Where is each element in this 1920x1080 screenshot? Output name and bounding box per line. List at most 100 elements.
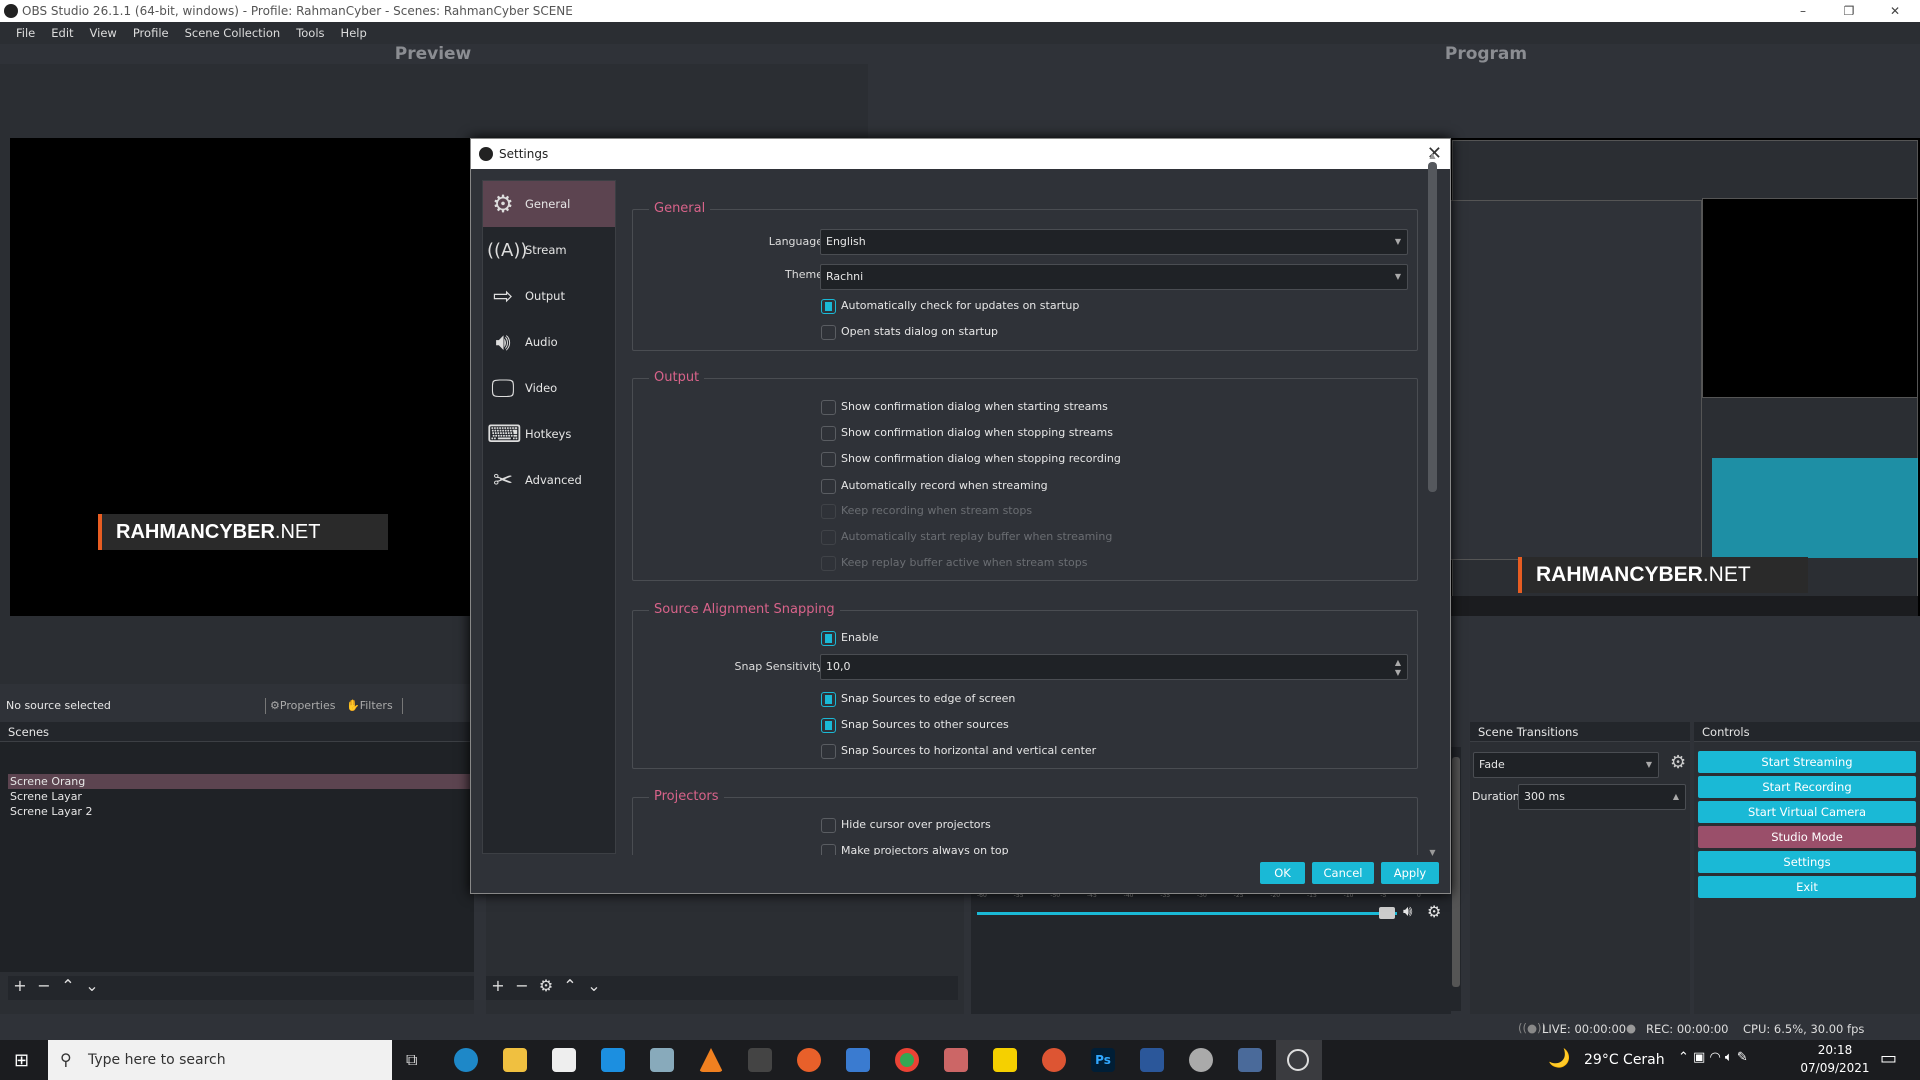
media-player-icon[interactable] [846, 1048, 870, 1072]
audio-app-icon[interactable] [1189, 1048, 1213, 1072]
scene-item[interactable]: Screne Layar [8, 789, 82, 804]
chrome-profile-icon[interactable] [1042, 1048, 1066, 1072]
scrollbar-thumb[interactable] [1428, 162, 1437, 492]
spin-arrows-icon[interactable]: ▲ [1673, 785, 1679, 809]
apply-button[interactable]: Apply [1381, 862, 1439, 884]
scene-item[interactable]: Screne Orang [8, 774, 474, 789]
minimize-button[interactable]: – [1780, 0, 1826, 22]
scene-item[interactable]: Screne Layar 2 [8, 804, 92, 819]
sticky-notes-icon[interactable] [993, 1048, 1017, 1072]
remove-source-icon[interactable]: − [510, 976, 534, 995]
open-stats-checkbox[interactable] [821, 325, 836, 340]
spin-arrows-icon[interactable]: ▲ ▼ [1395, 658, 1401, 678]
cancel-button[interactable]: Cancel [1312, 862, 1374, 884]
snipping-tool-icon[interactable] [944, 1048, 968, 1072]
obs-icon [1287, 1049, 1309, 1071]
move-down-icon[interactable]: ⌄ [582, 976, 606, 995]
windows-start-icon[interactable]: ⊞ [14, 1050, 29, 1071]
start-recording-button[interactable]: Start Recording [1698, 776, 1916, 798]
snap-sensitivity-spinbox[interactable]: 10,0 ▲ ▼ [820, 654, 1408, 680]
gear-icon: ⚙ [270, 699, 280, 712]
mail-icon[interactable] [601, 1048, 625, 1072]
auto-record-checkbox[interactable] [821, 479, 836, 494]
remove-scene-icon[interactable]: − [32, 976, 56, 995]
studio-mode-button[interactable]: Studio Mode [1698, 826, 1916, 848]
confirm-stop-recording-checkbox[interactable] [821, 452, 836, 467]
move-up-icon[interactable]: ⌃ [558, 976, 582, 995]
start-virtual-camera-button[interactable]: Start Virtual Camera [1698, 801, 1916, 823]
transition-select[interactable]: Fade ▼ [1473, 752, 1659, 778]
notes-app-icon[interactable] [650, 1048, 674, 1072]
menu-scene-collection[interactable]: Scene Collection [177, 22, 289, 44]
menu-file[interactable]: File [8, 22, 43, 44]
scroll-down-icon: ▼ [1429, 848, 1436, 857]
calculator-icon[interactable] [1238, 1048, 1262, 1072]
preview-canvas[interactable]: RAHMANCYBER .NET [10, 138, 470, 616]
search-icon: ⚲ [60, 1050, 72, 1069]
move-down-icon[interactable]: ⌄ [80, 976, 104, 995]
file-explorer-icon[interactable] [503, 1048, 527, 1072]
menu-bar: File Edit View Profile Scene Collection … [0, 22, 1920, 44]
chrome-icon[interactable] [895, 1048, 919, 1072]
logo-suffix: .NET [1702, 563, 1751, 586]
firefox-icon[interactable] [797, 1048, 821, 1072]
word-icon[interactable] [1140, 1048, 1164, 1072]
add-source-icon[interactable]: + [486, 976, 510, 995]
hide-cursor-checkbox[interactable] [821, 818, 836, 833]
confirm-stop-stream-checkbox[interactable] [821, 426, 836, 441]
add-scene-icon[interactable]: + [8, 976, 32, 995]
snap-sources-checkbox[interactable] [821, 718, 836, 733]
language-select[interactable]: English ▼ [820, 229, 1408, 255]
maximize-button[interactable]: ❐ [1826, 0, 1872, 22]
filters-button[interactable]: ✋Filters [346, 694, 393, 718]
checkbox-label: Show confirmation dialog when starting s… [841, 400, 1108, 413]
gear-icon[interactable]: ⚙ [1670, 752, 1686, 773]
duration-spinbox[interactable]: 300 ms ▲ [1518, 784, 1686, 810]
ok-button[interactable]: OK [1260, 862, 1305, 884]
settings-scrollbar[interactable]: ▲ ▼ [1428, 151, 1437, 857]
auto-update-checkbox[interactable] [821, 299, 836, 314]
snapping-enable-checkbox[interactable] [821, 631, 836, 646]
taskbar-search[interactable]: ⚲ Type here to search [48, 1040, 392, 1080]
obs-logo-icon [479, 147, 493, 161]
speaker-icon[interactable]: 🔊︎ [1403, 902, 1412, 920]
sources-toolbar: + − ⚙ ⌃ ⌄ [486, 976, 958, 1000]
gear-icon[interactable]: ⚙ [1427, 902, 1441, 921]
confirm-start-stream-checkbox[interactable] [821, 400, 836, 415]
source-settings-icon[interactable]: ⚙ [534, 976, 558, 995]
notifications-icon[interactable]: ▭ [1880, 1048, 1897, 1069]
start-streaming-button[interactable]: Start Streaming [1698, 751, 1916, 773]
snap-edge-checkbox[interactable] [821, 692, 836, 707]
snap-center-checkbox[interactable] [821, 744, 836, 759]
mixer-scrollbar[interactable] [1451, 747, 1461, 1011]
checkbox-label: Open stats dialog on startup [841, 325, 999, 338]
obs-taskbar-button[interactable] [1276, 1040, 1322, 1080]
photoshop-icon[interactable]: Ps [1091, 1048, 1115, 1072]
program-label: Program [1444, 44, 1528, 64]
menu-view[interactable]: View [82, 22, 125, 44]
dialog-title: Settings [499, 147, 549, 161]
projectors-on-top-checkbox[interactable] [821, 844, 836, 855]
video-editor-icon[interactable] [748, 1048, 772, 1072]
settings-content: General Language English ▼ Theme Rachni ▼ … [471, 179, 1431, 855]
edge-icon[interactable] [454, 1048, 478, 1072]
move-up-icon[interactable]: ⌃ [56, 976, 80, 995]
menu-tools[interactable]: Tools [288, 22, 332, 44]
theme-select[interactable]: Rachni ▼ [820, 264, 1408, 290]
store-icon[interactable] [552, 1048, 576, 1072]
window-titlebar: OBS Studio 26.1.1 (64-bit, windows) - Pr… [0, 0, 1920, 22]
volume-slider-handle[interactable] [1378, 907, 1395, 919]
menu-edit[interactable]: Edit [43, 22, 81, 44]
menu-help[interactable]: Help [333, 22, 375, 44]
task-view-icon[interactable]: ⧉ [406, 1050, 417, 1070]
volume-slider[interactable] [977, 912, 1397, 915]
menu-profile[interactable]: Profile [125, 22, 177, 44]
checkbox-label: Automatically record when streaming [841, 479, 1048, 492]
tray-icons[interactable]: ⌃ ▣ ◠ 🔈︎ ✎ [1678, 1050, 1748, 1065]
close-window-button[interactable]: ✕ [1872, 0, 1918, 22]
transition-value: Fade [1479, 758, 1505, 771]
exit-button[interactable]: Exit [1698, 876, 1916, 898]
group-title: Source Alignment Snapping [649, 602, 840, 617]
settings-button[interactable]: Settings [1698, 851, 1916, 873]
properties-button[interactable]: ⚙Properties [270, 694, 335, 718]
